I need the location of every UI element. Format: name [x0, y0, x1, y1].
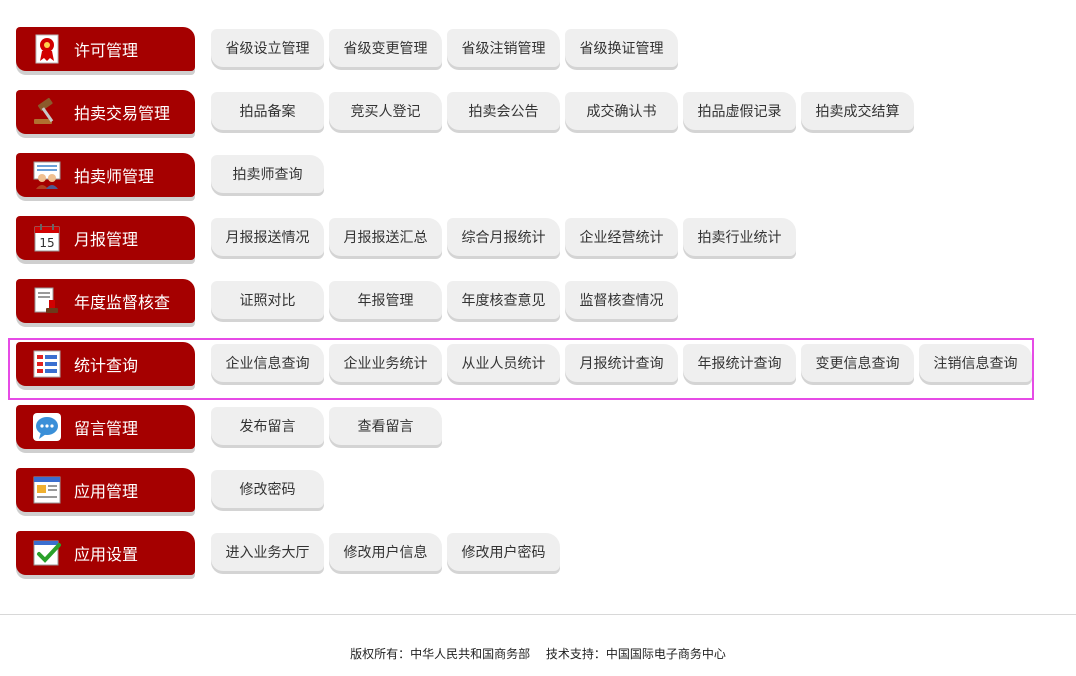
calendar-icon: 15 — [32, 223, 62, 253]
settings-check-icon — [32, 538, 62, 568]
menu-row: 统计查询 企业信息查询 企业业务统计 从业人员统计 月报统计查询 年报统计查询 变更信息查询… — [0, 342, 1076, 392]
action-button[interactable]: 月报报送情况 — [211, 218, 324, 256]
action-button[interactable]: 综合月报统计 — [447, 218, 560, 256]
category-label: 年度监督核查 — [74, 293, 171, 312]
action-button[interactable]: 企业业务统计 — [329, 344, 442, 382]
action-button[interactable]: 拍品备案 — [211, 92, 324, 130]
menu-row: 应用设置 进入业务大厅 修改用户信息 修改用户密码 — [0, 531, 1076, 581]
action-button[interactable]: 查看留言 — [329, 407, 442, 445]
action-button[interactable]: 月报统计查询 — [565, 344, 678, 382]
category-label: 应用设置 — [74, 545, 139, 564]
category-label: 留言管理 — [74, 419, 139, 438]
action-button[interactable]: 修改密码 — [211, 470, 324, 508]
category-header[interactable]: 应用管理 — [16, 468, 195, 512]
action-button[interactable]: 年报管理 — [329, 281, 442, 319]
category-header[interactable]: 拍卖交易管理 — [16, 90, 195, 134]
menu-row: 拍卖交易管理 拍品备案 竞买人登记 拍卖会公告 成交确认书 拍品虚假记录 拍卖成交结算 — [0, 90, 1076, 140]
footer-copyright: 版权所有：中华人民共和国商务部 — [350, 647, 531, 661]
app-window-icon — [32, 475, 62, 505]
action-button[interactable]: 拍品虚假记录 — [683, 92, 796, 130]
action-button[interactable]: 拍卖师查询 — [211, 155, 324, 193]
category-label: 应用管理 — [74, 482, 139, 501]
action-button[interactable]: 年报统计查询 — [683, 344, 796, 382]
action-button[interactable]: 月报报送汇总 — [329, 218, 442, 256]
category-header[interactable]: 应用设置 — [16, 531, 195, 575]
category-label: 拍卖师管理 — [74, 167, 155, 186]
action-button[interactable]: 年度核查意见 — [447, 281, 560, 319]
action-button[interactable]: 省级设立管理 — [211, 29, 324, 67]
svg-text:15: 15 — [39, 236, 54, 250]
category-header[interactable]: 年度监督核查 — [16, 279, 195, 323]
category-label: 月报管理 — [74, 230, 139, 249]
category-label: 统计查询 — [74, 356, 139, 375]
action-button[interactable]: 成交确认书 — [565, 92, 678, 130]
action-button[interactable]: 修改用户信息 — [329, 533, 442, 571]
action-button[interactable]: 从业人员统计 — [447, 344, 560, 382]
action-button[interactable]: 拍卖行业统计 — [683, 218, 796, 256]
menu-row: 许可管理 省级设立管理 省级变更管理 省级注销管理 省级换证管理 — [0, 27, 1076, 77]
action-button[interactable]: 省级换证管理 — [565, 29, 678, 67]
action-button[interactable]: 拍卖成交结算 — [801, 92, 914, 130]
menu-row: 年度监督核查 证照对比 年报管理 年度核查意见 监督核查情况 — [0, 279, 1076, 329]
footer-divider — [0, 614, 1076, 615]
category-header[interactable]: 15 月报管理 — [16, 216, 195, 260]
action-button[interactable]: 企业信息查询 — [211, 344, 324, 382]
action-button[interactable]: 变更信息查询 — [801, 344, 914, 382]
action-button[interactable]: 监督核查情况 — [565, 281, 678, 319]
inspection-stamp-icon — [32, 286, 62, 316]
menu-row: 15 月报管理 月报报送情况 月报报送汇总 综合月报统计 企业经营统计 拍卖行业统计 — [0, 216, 1076, 266]
category-label: 拍卖交易管理 — [74, 104, 171, 123]
footer-support: 技术支持：中国国际电子商务中心 — [545, 647, 726, 661]
auction-gavel-icon — [32, 97, 62, 127]
menu-row: 留言管理 发布留言 查看留言 — [0, 405, 1076, 455]
menu-row: 应用管理 修改密码 — [0, 468, 1076, 518]
action-button[interactable]: 修改用户密码 — [447, 533, 560, 571]
action-button[interactable]: 证照对比 — [211, 281, 324, 319]
action-button[interactable]: 省级注销管理 — [447, 29, 560, 67]
action-button[interactable]: 拍卖会公告 — [447, 92, 560, 130]
message-bubble-icon — [32, 412, 62, 442]
category-header[interactable]: 许可管理 — [16, 27, 195, 71]
action-button[interactable]: 企业经营统计 — [565, 218, 678, 256]
statistics-list-icon — [32, 349, 62, 379]
action-button[interactable]: 竞买人登记 — [329, 92, 442, 130]
action-button[interactable]: 进入业务大厅 — [211, 533, 324, 571]
category-header[interactable]: 留言管理 — [16, 405, 195, 449]
footer: 版权所有：中华人民共和国商务部 技术支持：中国国际电子商务中心 — [0, 645, 1076, 662]
auctioneer-people-icon — [32, 160, 62, 190]
category-header[interactable]: 统计查询 — [16, 342, 195, 386]
menu-row: 拍卖师管理 拍卖师查询 — [0, 153, 1076, 203]
category-header[interactable]: 拍卖师管理 — [16, 153, 195, 197]
action-button[interactable]: 注销信息查询 — [919, 344, 1032, 382]
category-label: 许可管理 — [74, 41, 139, 60]
license-badge-icon — [32, 34, 62, 64]
action-button[interactable]: 省级变更管理 — [329, 29, 442, 67]
action-button[interactable]: 发布留言 — [211, 407, 324, 445]
